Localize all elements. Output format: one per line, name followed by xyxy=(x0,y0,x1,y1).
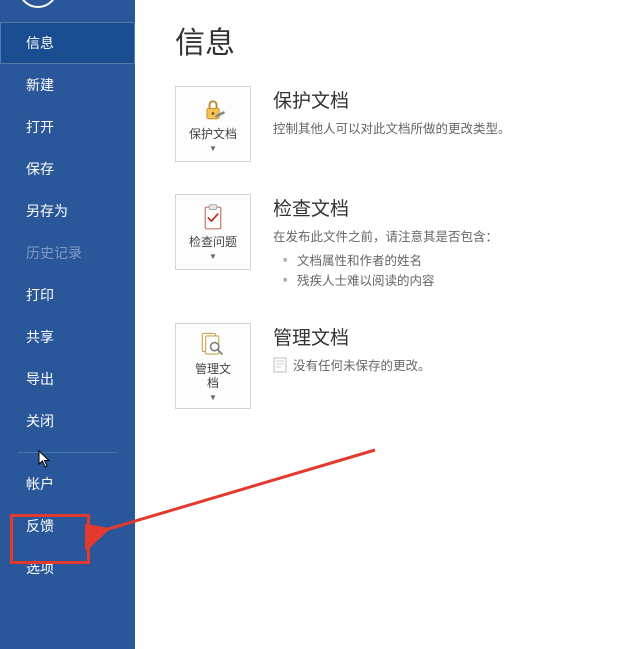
sidebar-item-info[interactable]: 信息 xyxy=(0,22,135,64)
button-label: 检查问题 xyxy=(189,236,237,250)
protect-document-button[interactable]: 保护文档 ▼ xyxy=(175,86,251,162)
inspect-bullet: 残疾人士难以阅读的内容 xyxy=(283,271,498,291)
inspect-bullets: 文档属性和作者的姓名 残疾人士难以阅读的内容 xyxy=(283,251,498,291)
chevron-down-icon: ▼ xyxy=(209,393,217,402)
section-desc: 在发布此文件之前，请注意其是否包含： 文档属性和作者的姓名 残疾人士难以阅读的内… xyxy=(273,227,498,291)
page-title: 信息 xyxy=(175,18,625,62)
sidebar-item-saveas[interactable]: 另存为 xyxy=(0,190,135,232)
sidebar-item-label: 新建 xyxy=(26,77,54,93)
backstage-sidebar: 信息 新建 打开 保存 另存为 历史记录 打印 共享 导出 关闭 帐户 反馈 选… xyxy=(0,0,135,649)
sidebar-item-export[interactable]: 导出 xyxy=(0,358,135,400)
section-protect: 保护文档 ▼ 保护文档 控制其他人可以对此文档所做的更改类型。 xyxy=(175,86,625,162)
sidebar-separator xyxy=(18,452,117,453)
back-button[interactable] xyxy=(0,0,135,10)
check-issues-button[interactable]: 检查问题 ▼ xyxy=(175,194,251,270)
button-label: 管理文 档 xyxy=(195,363,231,391)
sidebar-item-label: 反馈 xyxy=(26,518,54,534)
section-manage: 管理文 档 ▼ 管理文档 没有任何未保存的更改。 xyxy=(175,323,625,409)
button-label: 保护文档 xyxy=(189,128,237,142)
document-icon xyxy=(273,357,287,373)
sidebar-item-save[interactable]: 保存 xyxy=(0,148,135,190)
sidebar-item-account[interactable]: 帐户 xyxy=(0,463,135,505)
lock-icon xyxy=(199,95,227,125)
section-desc: 控制其他人可以对此文档所做的更改类型。 xyxy=(273,119,511,139)
manage-desc-text: 没有任何未保存的更改。 xyxy=(293,359,431,373)
sidebar-item-label: 帐户 xyxy=(26,476,54,492)
sidebar-item-close[interactable]: 关闭 xyxy=(0,400,135,442)
sidebar-item-share[interactable]: 共享 xyxy=(0,316,135,358)
sidebar-item-label: 打印 xyxy=(26,287,54,303)
sidebar-item-label: 历史记录 xyxy=(26,245,82,261)
sidebar-item-label: 选项 xyxy=(26,560,54,576)
back-arrow-icon xyxy=(18,0,58,8)
sidebar-item-label: 打开 xyxy=(26,119,54,135)
inspect-bullet: 文档属性和作者的姓名 xyxy=(283,251,498,271)
sidebar-nav-bottom: 帐户 反馈 选项 xyxy=(0,463,135,589)
content-area: 信息 保护文档 ▼ 保护文档 控制其他人可以对此文档所做的更改类型。 xyxy=(135,0,625,649)
sidebar-item-label: 另存为 xyxy=(26,203,68,219)
section-inspect: 检查问题 ▼ 检查文档 在发布此文件之前，请注意其是否包含： 文档属性和作者的姓… xyxy=(175,194,625,291)
sidebar-item-label: 共享 xyxy=(26,329,54,345)
section-title: 保护文档 xyxy=(273,86,511,113)
inspect-lead: 在发布此文件之前，请注意其是否包含： xyxy=(273,230,498,244)
sidebar-item-new[interactable]: 新建 xyxy=(0,64,135,106)
sidebar-item-label: 导出 xyxy=(26,371,54,387)
sidebar-item-label: 关闭 xyxy=(26,413,54,429)
manage-document-button[interactable]: 管理文 档 ▼ xyxy=(175,323,251,409)
document-search-icon xyxy=(199,330,227,360)
sidebar-item-print[interactable]: 打印 xyxy=(0,274,135,316)
sidebar-item-open[interactable]: 打开 xyxy=(0,106,135,148)
chevron-down-icon: ▼ xyxy=(209,252,217,261)
sidebar-nav-top: 信息 新建 打开 保存 另存为 历史记录 打印 共享 导出 关闭 xyxy=(0,22,135,442)
sidebar-item-label: 信息 xyxy=(26,35,54,51)
section-title: 检查文档 xyxy=(273,194,498,221)
chevron-down-icon: ▼ xyxy=(209,144,217,153)
section-title: 管理文档 xyxy=(273,323,431,350)
sidebar-item-options[interactable]: 选项 xyxy=(0,547,135,589)
sidebar-item-history: 历史记录 xyxy=(0,232,135,274)
sidebar-item-feedback[interactable]: 反馈 xyxy=(0,505,135,547)
sidebar-item-label: 保存 xyxy=(26,161,54,177)
clipboard-check-icon xyxy=(200,203,226,233)
section-desc: 没有任何未保存的更改。 xyxy=(273,356,431,376)
